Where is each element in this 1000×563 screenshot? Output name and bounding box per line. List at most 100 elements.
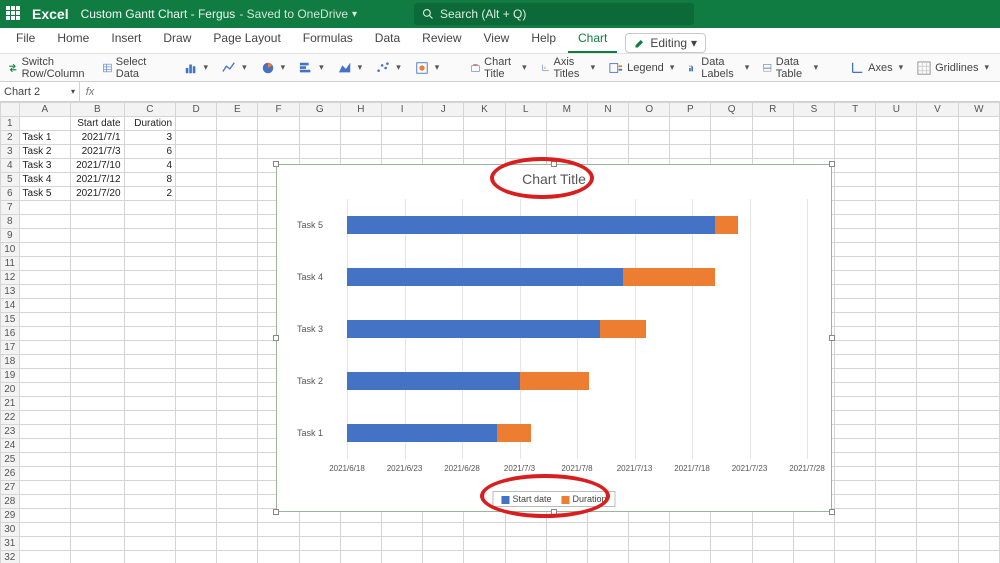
cell[interactable]: Task 2 xyxy=(19,145,70,159)
cell[interactable] xyxy=(71,467,125,481)
cell[interactable] xyxy=(670,131,711,145)
cell[interactable] xyxy=(217,271,258,285)
row-header[interactable]: 16 xyxy=(1,327,20,341)
cell[interactable] xyxy=(917,411,958,425)
cell[interactable] xyxy=(340,131,381,145)
cell[interactable] xyxy=(958,257,999,271)
cell[interactable] xyxy=(876,257,917,271)
menu-draw[interactable]: Draw xyxy=(153,27,201,53)
cell[interactable] xyxy=(217,495,258,509)
cell[interactable] xyxy=(546,131,587,145)
resize-handle[interactable] xyxy=(273,335,279,341)
cell[interactable] xyxy=(917,495,958,509)
cell[interactable] xyxy=(505,537,546,551)
cell[interactable] xyxy=(546,117,587,131)
cell[interactable] xyxy=(124,369,175,383)
cell[interactable] xyxy=(217,215,258,229)
cell[interactable] xyxy=(176,397,217,411)
cell[interactable] xyxy=(835,215,876,229)
chart-type-line[interactable]: ▾ xyxy=(222,61,247,75)
cell[interactable] xyxy=(876,145,917,159)
cell[interactable] xyxy=(917,453,958,467)
col-header[interactable]: D xyxy=(176,103,217,117)
cell[interactable] xyxy=(124,425,175,439)
cell[interactable] xyxy=(19,285,70,299)
cell[interactable] xyxy=(217,229,258,243)
cell[interactable] xyxy=(958,313,999,327)
cell[interactable] xyxy=(958,439,999,453)
cell[interactable] xyxy=(876,523,917,537)
resize-handle[interactable] xyxy=(829,335,835,341)
menu-insert[interactable]: Insert xyxy=(101,27,151,53)
resize-handle[interactable] xyxy=(829,509,835,515)
gridlines-button[interactable]: Gridlines▾ xyxy=(917,61,989,75)
cell[interactable] xyxy=(835,243,876,257)
legend-button[interactable]: Legend▾ xyxy=(609,61,674,75)
col-header[interactable]: C xyxy=(124,103,175,117)
cell[interactable] xyxy=(670,523,711,537)
cell[interactable] xyxy=(958,271,999,285)
cell[interactable] xyxy=(958,201,999,215)
cell[interactable] xyxy=(124,383,175,397)
cell[interactable] xyxy=(670,117,711,131)
cell[interactable] xyxy=(340,523,381,537)
col-header[interactable]: I xyxy=(381,103,422,117)
col-header[interactable]: T xyxy=(835,103,876,117)
cell[interactable] xyxy=(876,187,917,201)
resize-handle[interactable] xyxy=(829,161,835,167)
cell[interactable] xyxy=(958,425,999,439)
cell[interactable] xyxy=(19,369,70,383)
cell[interactable] xyxy=(423,523,464,537)
cell[interactable] xyxy=(299,551,340,563)
cell[interactable] xyxy=(176,201,217,215)
cell[interactable] xyxy=(917,537,958,551)
cell[interactable] xyxy=(876,341,917,355)
menu-data[interactable]: Data xyxy=(365,27,410,53)
cell[interactable] xyxy=(340,537,381,551)
cell[interactable] xyxy=(217,299,258,313)
cell[interactable] xyxy=(752,145,793,159)
cell[interactable] xyxy=(258,551,299,563)
cell[interactable] xyxy=(71,327,125,341)
cell[interactable] xyxy=(711,145,752,159)
cell[interactable] xyxy=(546,523,587,537)
row-header[interactable]: 26 xyxy=(1,467,20,481)
cell[interactable] xyxy=(124,439,175,453)
cell[interactable] xyxy=(176,117,217,131)
cell[interactable] xyxy=(381,523,422,537)
cell[interactable] xyxy=(876,425,917,439)
resize-handle[interactable] xyxy=(273,161,279,167)
cell[interactable] xyxy=(917,383,958,397)
cell[interactable] xyxy=(876,509,917,523)
cell[interactable] xyxy=(917,523,958,537)
cell[interactable]: 2021/7/12 xyxy=(71,173,125,187)
cell[interactable] xyxy=(71,201,125,215)
cell[interactable] xyxy=(217,327,258,341)
cell[interactable] xyxy=(71,397,125,411)
cell[interactable] xyxy=(217,131,258,145)
cell[interactable] xyxy=(176,243,217,257)
cell[interactable] xyxy=(217,537,258,551)
col-header[interactable]: O xyxy=(629,103,670,117)
cell[interactable] xyxy=(835,495,876,509)
cell[interactable] xyxy=(71,439,125,453)
cell[interactable] xyxy=(124,509,175,523)
cell[interactable] xyxy=(917,131,958,145)
cell[interactable] xyxy=(423,145,464,159)
cell[interactable] xyxy=(835,313,876,327)
cell[interactable] xyxy=(423,117,464,131)
chart-title-button[interactable]: Chart Title▾ xyxy=(471,56,526,80)
editing-mode-button[interactable]: Editing ▾ xyxy=(625,33,706,53)
cell[interactable] xyxy=(71,215,125,229)
cell[interactable] xyxy=(217,341,258,355)
row-header[interactable]: 18 xyxy=(1,355,20,369)
cell[interactable] xyxy=(958,341,999,355)
cell[interactable] xyxy=(917,271,958,285)
cell[interactable] xyxy=(546,537,587,551)
cell[interactable] xyxy=(876,117,917,131)
cell[interactable] xyxy=(124,299,175,313)
cell[interactable] xyxy=(217,439,258,453)
cell[interactable] xyxy=(217,383,258,397)
app-launcher-icon[interactable] xyxy=(6,6,22,22)
resize-handle[interactable] xyxy=(551,509,557,515)
